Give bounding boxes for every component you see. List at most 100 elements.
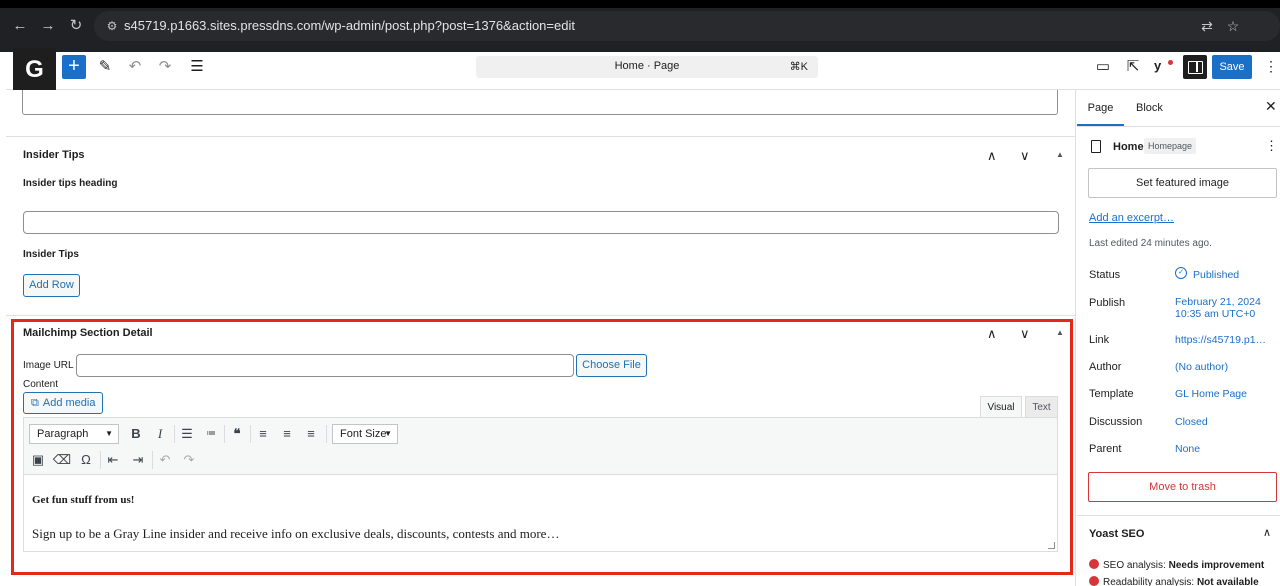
parent-value[interactable]: None [1175, 443, 1200, 455]
format-select-value: Paragraph [37, 428, 89, 440]
add-excerpt-link[interactable]: Add an excerpt… [1089, 212, 1174, 224]
content-heading: Get fun stuff from us! [32, 494, 135, 506]
editor-canvas: Insider Tips ∧ ∨ ▲ Insider tips heading … [6, 90, 1076, 586]
add-media-button[interactable]: ⧉ Add media [23, 392, 103, 414]
toggle-panel-icon[interactable]: ▲ [1056, 150, 1064, 159]
bullet-list-icon[interactable]: ☰ [177, 424, 197, 444]
move-down-icon[interactable]: ∨ [1020, 149, 1030, 163]
parent-label: Parent [1089, 443, 1122, 455]
move-up-icon[interactable]: ∧ [987, 149, 997, 163]
site-settings-icon[interactable]: ⚙ [104, 18, 120, 34]
check-circle-icon: ✓ [1175, 267, 1187, 279]
yoast-letter: y [1154, 58, 1162, 73]
content-paragraph: Sign up to be a Gray Line insider and re… [32, 526, 560, 541]
image-url-input[interactable] [76, 354, 574, 377]
editor-content[interactable]: Get fun stuff from us! Sign up to be a G… [24, 476, 1057, 551]
undo-icon[interactable]: ↶ [155, 450, 175, 470]
content-label: Content [23, 379, 59, 390]
save-button[interactable]: Save [1212, 55, 1252, 79]
resize-handle[interactable] [1048, 542, 1055, 549]
tab-visual[interactable]: Visual [980, 396, 1022, 418]
set-featured-image-button[interactable]: Set featured image [1088, 168, 1277, 198]
page-title: Home [1113, 141, 1144, 153]
previous-textarea[interactable] [22, 90, 1058, 115]
move-down-icon[interactable]: ∨ [1020, 327, 1030, 341]
tab-block[interactable]: Block [1136, 90, 1163, 126]
readability-analysis-row[interactable]: Readability analysis: Not available [1089, 576, 1259, 586]
publish-time[interactable]: 10:35 am UTC+0 [1175, 308, 1255, 320]
publish-date[interactable]: February 21, 2024 [1175, 296, 1261, 308]
seo-analysis-row[interactable]: SEO analysis: Needs improvement [1089, 559, 1264, 571]
wysiwyg-editor: Paragraph ▼ B I ☰ ≔ ❝ ≡ ≡ ≡ Font Size ▼ ▣ … [23, 417, 1058, 552]
move-up-icon[interactable]: ∧ [987, 327, 997, 341]
indent-icon[interactable]: ⇥ [128, 450, 148, 470]
author-label: Author [1089, 361, 1122, 373]
bookmark-star-icon[interactable]: ☆ [1224, 17, 1242, 35]
align-right-icon[interactable]: ≡ [301, 424, 321, 444]
toolbar-separator [250, 425, 251, 443]
divider [1077, 515, 1280, 516]
redo-icon[interactable]: ↷ [154, 56, 176, 78]
insider-tips-label: Insider Tips [23, 249, 79, 260]
browser-toolbar: ← → ↻ ⚙ s45719.p1663.sites.pressdns.com/… [0, 0, 1280, 52]
toolbar-separator [174, 425, 175, 443]
sad-face-icon [1089, 576, 1099, 586]
forward-icon[interactable]: → [38, 16, 58, 36]
preview-icon[interactable]: ▭ [1092, 56, 1114, 78]
move-to-trash-button[interactable]: Move to trash [1088, 472, 1277, 502]
status-value[interactable]: Published [1193, 269, 1239, 281]
document-bar[interactable]: Home · Page ⌘K [476, 56, 818, 78]
link-value[interactable]: https://s45719.p1… [1175, 334, 1266, 346]
reload-icon[interactable]: ↻ [66, 16, 86, 36]
insider-tips-heading-input[interactable] [23, 211, 1059, 234]
chevron-up-icon[interactable]: ∧ [1263, 526, 1271, 539]
tab-page[interactable]: Page [1077, 90, 1124, 126]
translate-icon[interactable]: ⇄ [1198, 17, 1216, 35]
special-character-icon[interactable]: Ω [76, 450, 96, 470]
numbered-list-icon[interactable]: ≔ [201, 424, 221, 444]
page-options-kebab-icon[interactable]: ⋮ [1265, 138, 1278, 154]
settings-sidebar-toggle[interactable] [1183, 55, 1207, 79]
italic-icon[interactable]: I [150, 424, 170, 444]
blockquote-icon[interactable]: ❝ [227, 424, 247, 444]
add-row-button[interactable]: Add Row [23, 274, 80, 297]
toggle-panel-icon[interactable]: ▲ [1056, 328, 1064, 337]
divider [6, 136, 1075, 137]
site-logo[interactable]: G [13, 48, 56, 91]
tab-text[interactable]: Text [1025, 396, 1058, 418]
author-value[interactable]: (No author) [1175, 361, 1228, 373]
edit-pen-icon[interactable]: ✎ [94, 56, 116, 78]
yoast-icon[interactable]: y [1154, 56, 1174, 76]
address-bar[interactable]: ⚙ s45719.p1663.sites.pressdns.com/wp-adm… [94, 11, 1280, 41]
close-icon[interactable]: ✕ [1265, 98, 1277, 115]
back-icon[interactable]: ← [10, 16, 30, 36]
status-label: Status [1089, 269, 1121, 281]
redo-icon[interactable]: ↷ [179, 450, 199, 470]
insider-tips-title: Insider Tips [23, 149, 85, 161]
toolbar-separator [100, 451, 101, 469]
discussion-value[interactable]: Closed [1175, 416, 1208, 428]
align-left-icon[interactable]: ≡ [253, 424, 273, 444]
choose-file-button[interactable]: Choose File [576, 354, 647, 377]
paste-text-icon[interactable]: ▣ [28, 450, 48, 470]
block-inserter-button[interactable]: + [62, 55, 86, 79]
options-kebab-icon[interactable]: ⋮ [1264, 56, 1278, 76]
toolbar-separator [152, 451, 153, 469]
link-label: Link [1089, 334, 1110, 346]
font-size-select[interactable]: Font Size ▼ [332, 424, 398, 444]
align-center-icon[interactable]: ≡ [277, 424, 297, 444]
undo-icon[interactable]: ↶ [124, 56, 146, 78]
add-media-label: Add media [42, 397, 96, 409]
list-view-icon[interactable]: ☰ [186, 56, 208, 78]
outdent-icon[interactable]: ⇤ [103, 450, 123, 470]
bold-icon[interactable]: B [126, 424, 146, 444]
template-label: Template [1089, 388, 1134, 400]
format-select[interactable]: Paragraph ▼ [29, 424, 119, 444]
add-media-icon: ⧉ [31, 397, 39, 409]
insider-tips-heading-label: Insider tips heading [23, 178, 118, 189]
image-url-label: Image URL [23, 360, 74, 371]
clear-formatting-icon[interactable]: ⌫ [52, 450, 72, 470]
yoast-seo-title[interactable]: Yoast SEO [1089, 528, 1144, 540]
template-value[interactable]: GL Home Page [1175, 388, 1247, 400]
external-link-icon[interactable]: ⇱ [1122, 56, 1144, 78]
